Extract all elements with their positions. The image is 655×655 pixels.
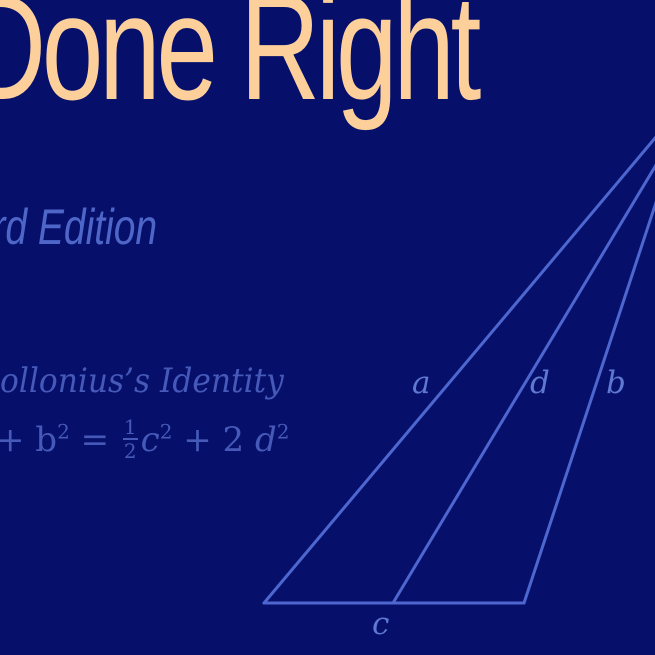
label-a: a bbox=[412, 365, 430, 401]
triangle-side-a bbox=[262, 135, 655, 605]
book-cover: Done Right hird Edition pollonius’s Iden… bbox=[0, 0, 655, 655]
label-b: b bbox=[606, 365, 626, 401]
triangle-diagram: a d b c bbox=[262, 135, 655, 642]
label-c: c bbox=[372, 606, 389, 642]
label-d: d bbox=[530, 365, 550, 401]
